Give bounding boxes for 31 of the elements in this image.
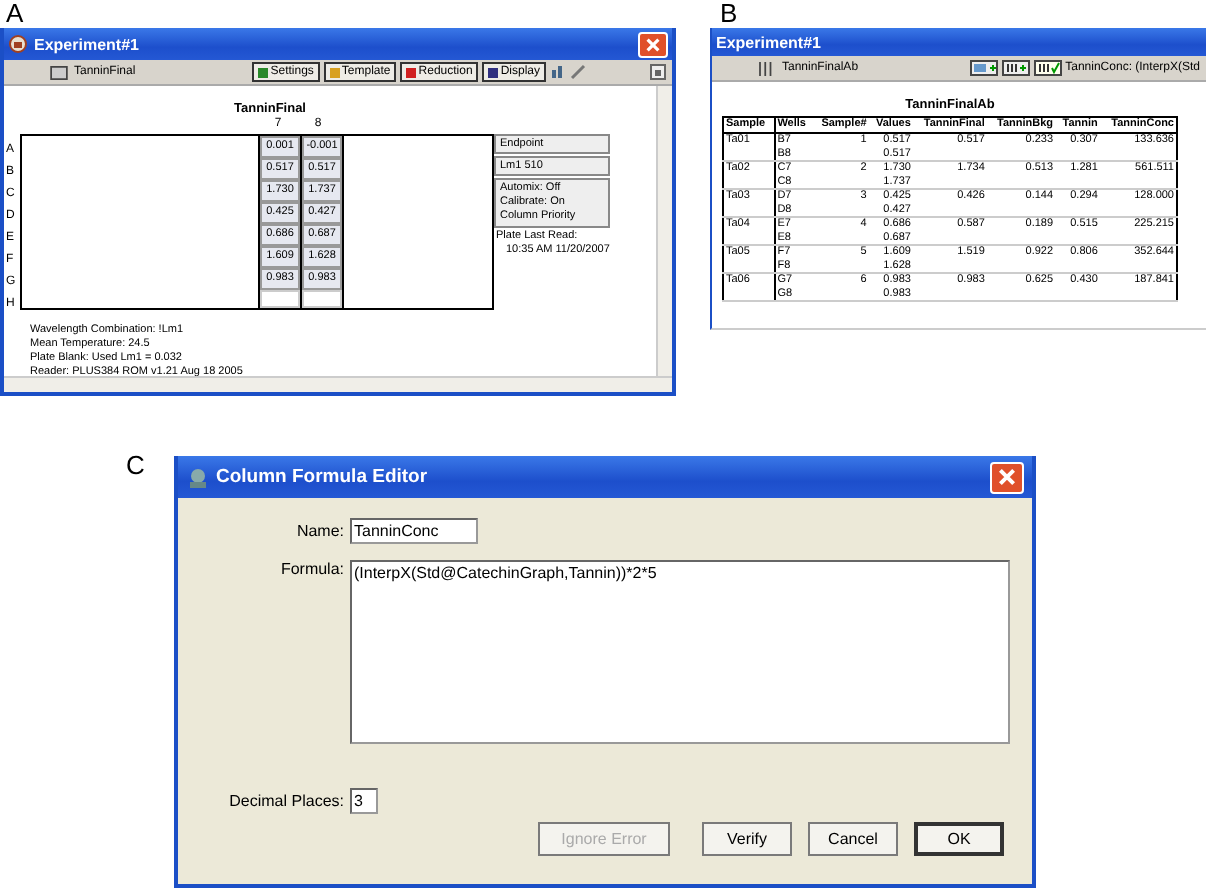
lock-icon[interactable] (650, 64, 666, 80)
pencil-icon[interactable] (570, 64, 586, 80)
window-title: Column Formula Editor (216, 466, 428, 488)
edit-column-icon[interactable] (1033, 60, 1062, 76)
close-button[interactable] (990, 461, 1024, 493)
panel-label: B (718, 0, 740, 28)
name-field[interactable]: TanninConc (350, 518, 478, 544)
panel-label: C (126, 452, 145, 480)
close-button[interactable] (638, 31, 668, 57)
close-icon (996, 466, 1018, 488)
columns-icon (758, 61, 776, 75)
vertical-scrollbar[interactable] (656, 86, 672, 376)
app-icon (8, 34, 28, 54)
window-title: Experiment#1 (716, 33, 821, 51)
close-icon (644, 35, 662, 53)
formula-field[interactable]: (InterpX(Std@CatechinGraph,Tannin))*2*5 (350, 560, 1010, 744)
dialog-button[interactable]: OK (914, 822, 1004, 856)
window-title: Experiment#1 (34, 35, 139, 53)
add-row-icon[interactable] (969, 60, 998, 76)
formula-label: Formula: (278, 560, 344, 578)
panel-label: A (4, 0, 26, 28)
decimal-places-field[interactable]: 3 (350, 788, 378, 814)
add-column-icon[interactable] (1001, 60, 1030, 76)
chart-icon[interactable] (550, 64, 566, 80)
dialog-button[interactable]: Verify (702, 822, 792, 856)
decimal-places-label: Decimal Places: (227, 792, 344, 810)
horizontal-scrollbar[interactable] (4, 376, 672, 392)
dialog-button[interactable]: Cancel (808, 822, 898, 856)
window-icon (50, 65, 68, 79)
app-icon (186, 465, 210, 489)
name-label: Name: (294, 522, 344, 540)
